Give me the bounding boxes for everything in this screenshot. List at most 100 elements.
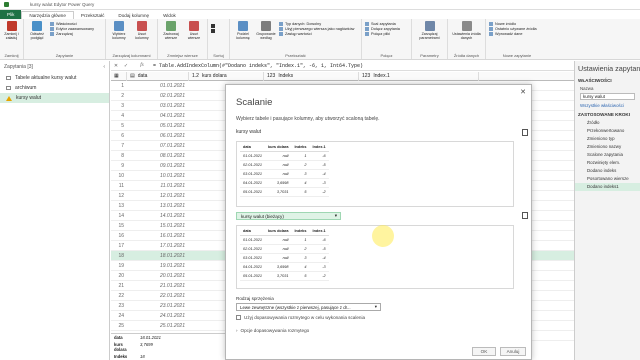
column-header[interactable]: Indeks bbox=[291, 228, 310, 236]
query-item[interactable]: archiwum bbox=[0, 83, 109, 93]
date-cell[interactable]: 24.01.2021 bbox=[127, 313, 189, 319]
table-row[interactable]: 01.01.2021 null 1 -6 bbox=[240, 151, 329, 161]
date-cell[interactable]: 25.01.2021 bbox=[127, 323, 189, 329]
column-header[interactable]: data bbox=[240, 228, 266, 236]
date-cell[interactable]: 22.01.2021 bbox=[127, 293, 189, 299]
formula-input[interactable]: = Table.AddIndexColumn(#"Dodano indeks",… bbox=[153, 63, 363, 69]
column-header[interactable]: Index.1 bbox=[309, 144, 329, 152]
date-cell[interactable]: 01.01.2021 bbox=[127, 83, 189, 89]
table-row[interactable]: 04.01.2021 3,6998 4 -3 bbox=[240, 178, 329, 188]
date-cell[interactable]: 06.01.2021 bbox=[127, 133, 189, 139]
applied-step[interactable]: Zmieniono nazwy bbox=[575, 143, 640, 151]
row-number: 19 bbox=[118, 262, 124, 269]
applied-step[interactable]: Źródło bbox=[575, 119, 640, 127]
table-row[interactable]: 03.01.2021 null 3 -4 bbox=[240, 253, 329, 263]
applied-step[interactable]: Dodano indeks bbox=[575, 167, 640, 175]
sort-desc-button[interactable] bbox=[211, 29, 215, 33]
tab-home[interactable]: Narzędzia główne bbox=[21, 11, 74, 19]
enter-data-icon bbox=[489, 32, 493, 36]
first-table-label: kursy walut bbox=[236, 129, 262, 135]
date-cell[interactable]: 05.01.2021 bbox=[127, 123, 189, 129]
tab-view[interactable]: Widok bbox=[156, 12, 183, 19]
date-cell[interactable]: 07.01.2021 bbox=[127, 143, 189, 149]
all-properties-link[interactable]: Wszystkie właściwości bbox=[575, 101, 640, 110]
join-kind-select[interactable]: Lewe zewnętrzne (wszystkie z pierwszej, … bbox=[236, 303, 381, 311]
table-row[interactable]: 02.01.2021 null 2 -5 bbox=[240, 244, 329, 254]
document-icon[interactable] bbox=[522, 212, 528, 219]
column-header[interactable]: 1.2 kurs dolara bbox=[189, 71, 264, 81]
append-queries-button[interactable]: Dołącz zapytania bbox=[365, 27, 400, 31]
date-cell[interactable]: 08.01.2021 bbox=[127, 153, 189, 159]
column-header[interactable]: data bbox=[240, 144, 266, 152]
date-cell[interactable]: 17.01.2021 bbox=[127, 243, 189, 249]
document-icon[interactable] bbox=[522, 129, 528, 136]
tab-add-column[interactable]: Dodaj kolumnę bbox=[111, 12, 156, 19]
column-header[interactable]: ▤ data bbox=[127, 71, 189, 81]
date-cell[interactable]: 12.01.2021 bbox=[127, 193, 189, 199]
column-header[interactable]: 123 Index.1 bbox=[359, 71, 479, 81]
query-item[interactable]: kursy walut bbox=[0, 93, 109, 103]
column-header[interactable]: kurs dolara bbox=[265, 144, 292, 152]
combine-files-button[interactable]: Połącz pliki bbox=[365, 32, 400, 36]
date-cell[interactable]: 11.01.2021 bbox=[127, 183, 189, 189]
date-cell[interactable]: 04.01.2021 bbox=[127, 113, 189, 119]
merge-queries-button[interactable]: Scal zapytania bbox=[365, 22, 400, 26]
ok-button[interactable]: OK bbox=[472, 347, 496, 356]
manage-button[interactable]: Zarządzaj bbox=[50, 32, 94, 36]
collapse-icon[interactable]: ‹ bbox=[103, 64, 105, 70]
query-item[interactable]: Tabele aktualne kursy walut bbox=[0, 73, 109, 83]
table-menu-icon[interactable]: ▦ bbox=[111, 71, 127, 81]
confirm-formula-icon[interactable]: ✓ bbox=[121, 63, 131, 69]
date-cell[interactable]: 14.01.2021 bbox=[127, 213, 189, 219]
applied-step[interactable]: Scalone zapytania bbox=[575, 151, 640, 159]
advanced-editor-button[interactable]: Edytor zaawansowany bbox=[50, 27, 94, 31]
new-source-icon bbox=[489, 22, 493, 26]
applied-step[interactable]: Dodano indeks1 bbox=[575, 183, 640, 191]
date-cell[interactable]: 16.01.2021 bbox=[127, 233, 189, 239]
date-cell[interactable]: 15.01.2021 bbox=[127, 223, 189, 229]
second-table-dropdown[interactable]: kursy walut (bieżący) ▾ bbox=[236, 212, 341, 220]
tab-transform[interactable]: Przekształć bbox=[74, 12, 112, 19]
date-cell[interactable]: 21.01.2021 bbox=[127, 283, 189, 289]
column-header[interactable]: kurs dolara bbox=[265, 228, 292, 236]
date-cell[interactable]: 13.01.2021 bbox=[127, 203, 189, 209]
recent-sources-button[interactable]: Ostatnio używane źródła bbox=[489, 27, 537, 31]
replace-values-button[interactable]: Zastąp wartości bbox=[279, 32, 354, 36]
applied-step[interactable]: Posortowano wiersze bbox=[575, 175, 640, 183]
enter-data-button[interactable]: Wprowadź dane bbox=[489, 32, 537, 36]
query-name-input[interactable]: kursy walut bbox=[580, 93, 635, 100]
tab-file[interactable]: Plik bbox=[0, 10, 22, 19]
column-header[interactable]: 123 Indeks bbox=[264, 71, 359, 81]
first-row-headers-button[interactable]: Użyj pierwszego wiersza jako nagłówków bbox=[279, 27, 354, 31]
cancel-button[interactable]: Anuluj bbox=[500, 347, 526, 356]
fuzzy-options-toggle[interactable]: › Opcje dopasowywania rozmytego bbox=[236, 328, 309, 333]
column-header[interactable]: Indeks bbox=[291, 144, 310, 152]
properties-button[interactable]: Właściwości bbox=[50, 22, 94, 26]
data-type-dropdown[interactable]: Typ danych: Dowolny bbox=[279, 22, 354, 26]
cancel-formula-icon[interactable]: ✕ bbox=[111, 63, 121, 69]
date-cell[interactable]: 23.01.2021 bbox=[127, 303, 189, 309]
table-cell: -4 bbox=[309, 253, 329, 263]
date-cell[interactable]: 20.01.2021 bbox=[127, 273, 189, 279]
table-row[interactable]: 03.01.2021 null 3 -4 bbox=[240, 169, 329, 179]
column-header[interactable]: Index.1 bbox=[309, 228, 329, 236]
date-cell[interactable]: 09.01.2021 bbox=[127, 163, 189, 169]
table-row[interactable]: 05.01.2021 3,7031 5 -2 bbox=[240, 271, 329, 281]
applied-step[interactable]: Zmieniono typ bbox=[575, 135, 640, 143]
new-source-button[interactable]: Nowe źródło bbox=[489, 22, 537, 26]
date-cell[interactable]: 10.01.2021 bbox=[127, 173, 189, 179]
fuzzy-match-checkbox[interactable]: Użyj dopasowywania rozmytego w celu wyko… bbox=[236, 315, 365, 320]
table-row[interactable]: 02.01.2021 null 2 -5 bbox=[240, 160, 329, 170]
group-data-sources: Ustawienia źródła danych Źródła danych bbox=[448, 19, 486, 59]
date-cell[interactable]: 19.01.2021 bbox=[127, 263, 189, 269]
table-row[interactable]: 05.01.2021 3,7031 5 -2 bbox=[240, 187, 329, 197]
applied-step[interactable]: Przekonwertowano bbox=[575, 127, 640, 135]
table-row[interactable]: 04.01.2021 3,6998 4 -3 bbox=[240, 262, 329, 272]
date-cell[interactable]: 03.01.2021 bbox=[127, 103, 189, 109]
close-icon[interactable]: ✕ bbox=[520, 88, 526, 96]
sort-asc-button[interactable] bbox=[211, 24, 215, 28]
date-cell[interactable]: 02.01.2021 bbox=[127, 93, 189, 99]
applied-step[interactable]: Rozwinięty elem. bbox=[575, 159, 640, 167]
table-row[interactable]: 01.01.2021 null 1 -6 bbox=[240, 235, 329, 245]
date-cell[interactable]: 18.01.2021 bbox=[127, 253, 189, 259]
